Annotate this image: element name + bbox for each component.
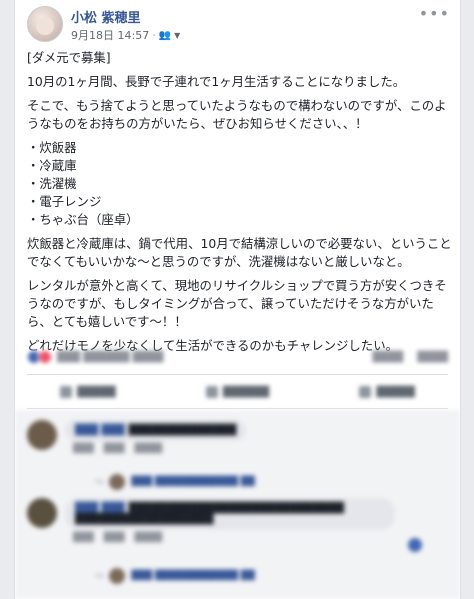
reaction-count-blurred[interactable]: ███ ██████ ████: [57, 352, 163, 363]
share-button[interactable]: █████: [359, 386, 415, 398]
like-button[interactable]: █████: [60, 386, 116, 398]
list-item: ・炊飯器: [27, 140, 77, 155]
comment-actions[interactable]: ███ ███ ████: [65, 533, 395, 543]
comment-bubble: ███ ███ ██████████████: [65, 420, 247, 441]
comment-actions[interactable]: ███ ███ ████: [65, 444, 246, 454]
list-item: ・洗濯機: [27, 176, 77, 191]
comment-reply[interactable]: ↪ ███ ████████████ ██: [95, 474, 255, 490]
more-options-icon[interactable]: •••: [419, 4, 450, 23]
share-icon: [359, 386, 372, 398]
reaction-icons: [27, 350, 52, 364]
chevron-down-icon[interactable]: ▼: [174, 31, 180, 40]
divider: [27, 408, 448, 409]
commenter-avatar[interactable]: [27, 498, 57, 528]
post-paragraph-3: 炊飯器と冷蔵庫は、鍋で代用、10月で結構涼しいので必要ない、ということでなくても…: [27, 236, 452, 269]
friends-icon[interactable]: 👥: [159, 30, 171, 41]
post-header: 小松 紫穂里 9月18日 14:57 · 👥 ▼ •••: [15, 0, 460, 46]
meta-separator: ·: [152, 28, 156, 42]
post-paragraph-1: 10月の1ヶ月間、長野で子連れで1ヶ月生活することになりました。: [27, 74, 406, 89]
commenter-avatar[interactable]: [27, 420, 57, 450]
post-card: 小松 紫穂里 9月18日 14:57 · 👥 ▼ ••• [ダメ元で募集] 10…: [14, 0, 461, 599]
author-avatar[interactable]: [27, 6, 63, 42]
post-timestamp[interactable]: 9月18日 14:57: [71, 27, 149, 43]
author-name[interactable]: 小松 紫穂里: [71, 7, 141, 26]
comment-button[interactable]: ██████: [205, 386, 269, 398]
list-item: ・冷蔵庫: [27, 158, 77, 173]
like-icon: [60, 386, 73, 398]
reply-avatar: [109, 474, 126, 490]
comment-reply[interactable]: ↪ ███ ████████████ ██: [95, 568, 255, 584]
reactions-bar[interactable]: ███ ██████ ████ ████ ████: [15, 342, 460, 372]
comment-bubble: ███ ███ ████████████████████████████ ████…: [65, 498, 395, 530]
reaction-badge: [408, 538, 422, 552]
comment: ███ ███ ████████████████████████████ ████…: [27, 498, 395, 543]
comment-share-counts-blurred[interactable]: ████ ████: [372, 352, 448, 363]
item-list: ・炊飯器 ・冷蔵庫 ・洗濯機 ・電子レンジ ・ちゃぶ台（座卓）: [27, 139, 455, 229]
comment-icon: [205, 386, 218, 398]
comments-section: ███ ███ ██████████████ ███ ███ ████ ↪ ███ ██…: [15, 410, 460, 599]
action-bar: █████ ██████ █████: [15, 377, 460, 407]
list-item: ・ちゃぶ台（座卓）: [27, 212, 139, 227]
list-item: ・電子レンジ: [27, 194, 102, 209]
post-paragraph-4: レンタルが意外と高くて、現地のリサイクルショップで買う方が安くつきそうなのですが…: [27, 278, 447, 329]
love-reaction-icon: [38, 350, 52, 364]
post-meta: 9月18日 14:57 · 👥 ▼: [71, 27, 180, 43]
reply-avatar: [109, 568, 126, 584]
post-tag: [ダメ元で募集]: [27, 50, 111, 65]
comment: ███ ███ ██████████████ ███ ███ ████: [27, 420, 247, 454]
post-paragraph-2: そこで、もう捨てようと思っていたようなもので構わないのですが、このようなものをお…: [27, 98, 447, 131]
divider: [27, 374, 448, 375]
post-body: [ダメ元で募集] 10月の1ヶ月間、長野で子連れで1ヶ月生活することになりました…: [27, 49, 455, 361]
